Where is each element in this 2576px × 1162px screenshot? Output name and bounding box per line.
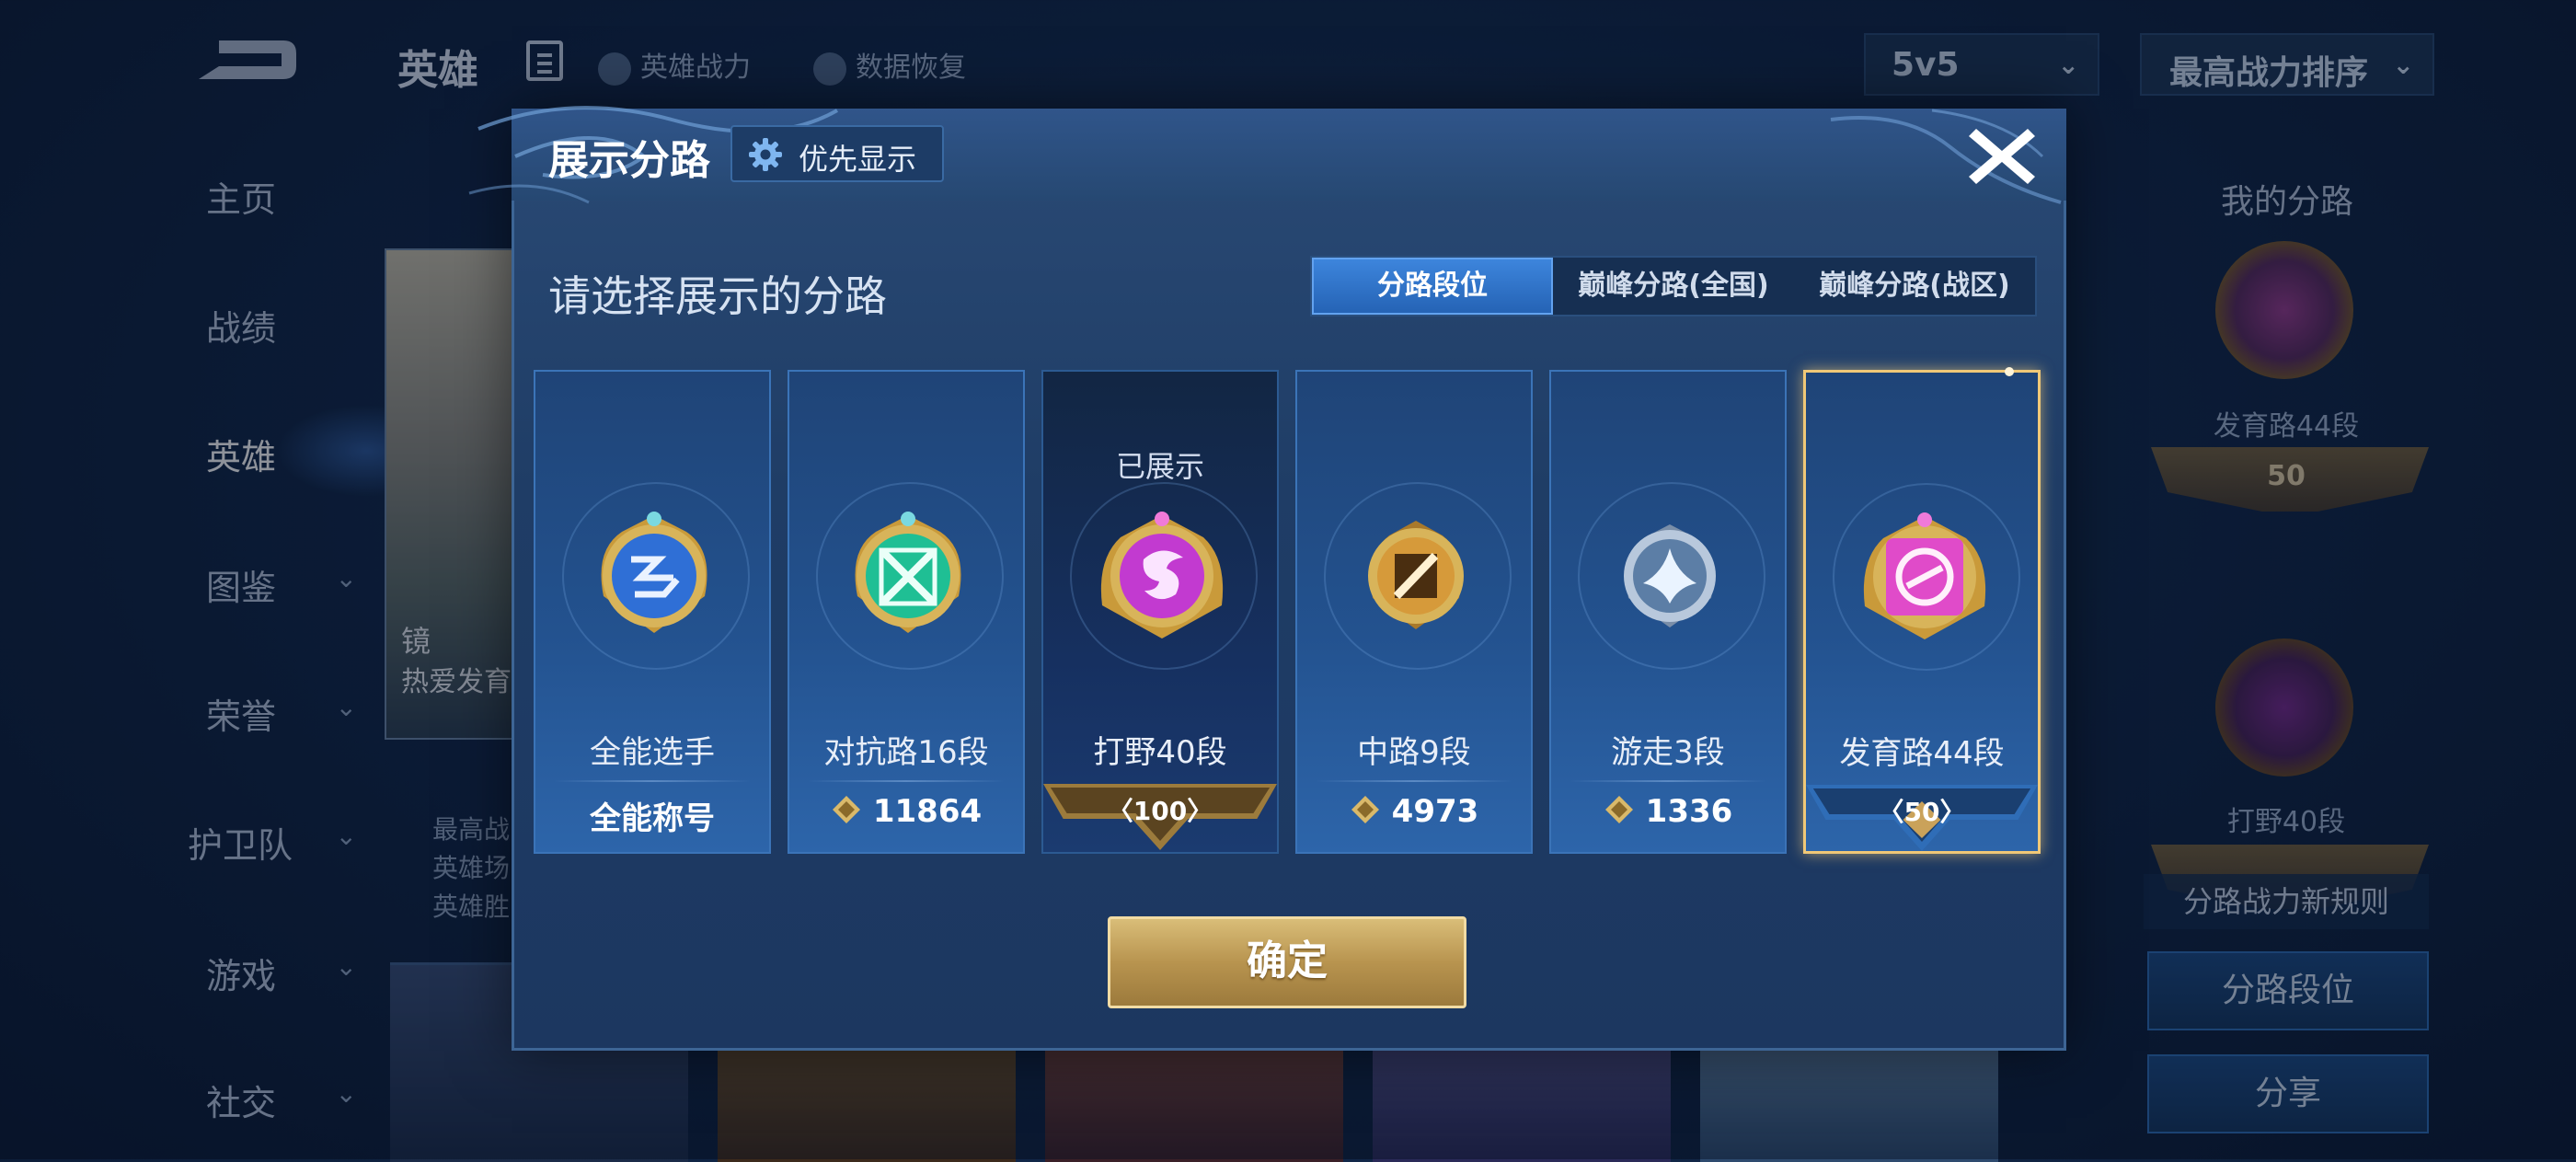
lane-card-label: 发育路44段 — [1839, 735, 2005, 772]
lane-card-label: 全能选手 — [590, 734, 715, 771]
lane-card-mid[interactable]: 中路9段 4973 — [1295, 370, 1533, 854]
lane-card-footer: 11864 — [789, 793, 1023, 830]
power-diamond-icon — [832, 796, 860, 823]
tab-lane-rank[interactable]: 分路段位 — [1312, 258, 1553, 315]
allround-emblem-icon — [601, 512, 707, 633]
farm-lane-emblem-icon — [1863, 512, 1986, 639]
divider — [1316, 780, 1512, 782]
rank-banner-number: 〈100〉 — [1107, 796, 1213, 826]
divider — [1570, 780, 1766, 782]
lane-card-footer: 1336 — [1551, 793, 1785, 830]
shown-tag: 已展示 — [1115, 449, 1204, 484]
divider — [554, 780, 751, 782]
rank-banner-number: 〈50〉 — [1878, 797, 1966, 827]
lane-card-label: 打野40段 — [1093, 734, 1227, 771]
dialog-subtitle: 请选择展示的分路 — [548, 271, 887, 321]
lane-card-footer: 4973 — [1297, 793, 1531, 830]
confirm-button[interactable]: 确定 — [1108, 916, 1466, 1008]
lane-card-footer: 全能称号 — [590, 800, 715, 837]
lane-card-score: 11864 — [872, 793, 983, 830]
tab-peak-national[interactable]: 巅峰分路(全国) — [1553, 258, 1794, 315]
selection-spark — [2005, 367, 2014, 376]
lane-card-allround[interactable]: 全能选手 全能称号 — [534, 370, 771, 854]
power-diamond-icon — [1351, 796, 1379, 823]
priority-display-label: 优先显示 — [799, 142, 917, 177]
clash-lane-emblem-icon — [855, 512, 961, 633]
close-icon[interactable] — [1963, 120, 2041, 193]
lane-card-score: 4973 — [1391, 793, 1479, 830]
lane-card-label: 游走3段 — [1611, 734, 1725, 771]
dialog-title: 展示分路 — [548, 137, 710, 184]
lane-tabs: 分路段位 巅峰分路(全国) 巅峰分路(战区) — [1310, 256, 2037, 316]
lane-card-jungle[interactable]: 已展示 〈100〉 打野40段 — [1041, 370, 1279, 854]
lane-card-label: 对抗路16段 — [823, 734, 989, 771]
lane-card-farm[interactable]: 〈50〉 发育路44段 — [1803, 367, 2041, 854]
tab-peak-region[interactable]: 巅峰分路(战区) — [1794, 258, 2035, 315]
divider — [808, 780, 1005, 782]
lane-card-score: 1336 — [1645, 793, 1733, 830]
priority-display-button[interactable]: 优先显示 — [730, 125, 944, 182]
lane-card-clash[interactable]: 对抗路16段 11864 — [788, 370, 1025, 854]
power-diamond-icon — [1604, 796, 1633, 823]
mid-lane-emblem-icon — [1368, 521, 1464, 629]
lane-card-roam[interactable]: 游走3段 1336 — [1549, 370, 1787, 854]
jungle-emblem-icon — [1100, 512, 1224, 639]
gear-icon — [749, 138, 782, 171]
lane-card-label: 中路9段 — [1357, 734, 1471, 771]
roam-emblem-icon — [1624, 524, 1716, 627]
